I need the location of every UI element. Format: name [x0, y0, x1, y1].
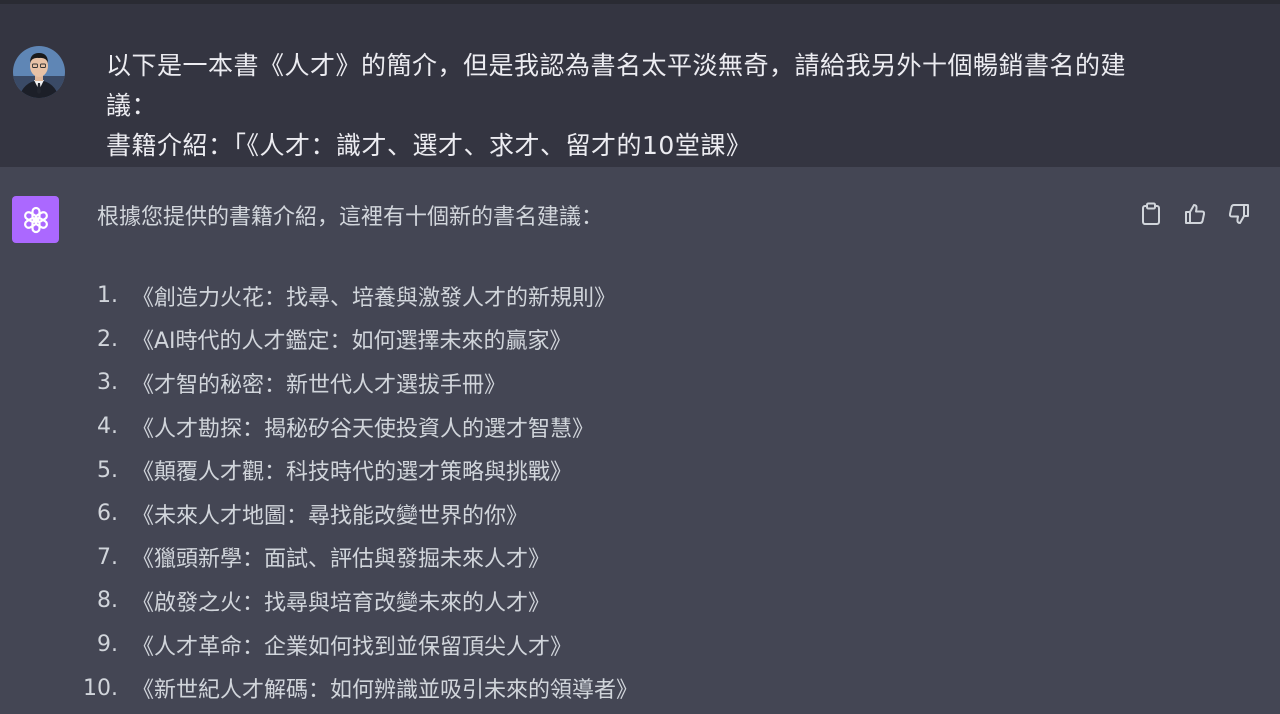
list-item-number: 6. — [97, 501, 118, 527]
list-item-number: 4. — [97, 414, 118, 440]
list-item: 9. 《人才革命：企業如何找到並保留頂尖人才》 — [74, 623, 638, 667]
thumbs-up-icon[interactable] — [1182, 201, 1208, 227]
list-item-title: 《未來人才地圖：尋找能改變世界的你》 — [132, 503, 529, 529]
user-message-line: 以下是一本書《人才》的簡介，但是我認為書名太平淡無奇，請給我另外十個暢銷書名的建 — [106, 51, 1127, 80]
list-item: 5. 《顛覆人才觀：科技時代的選才策略與挑戰》 — [74, 448, 638, 492]
list-item: 6. 《未來人才地圖：尋找能改變世界的你》 — [74, 492, 638, 536]
list-item: 2. 《AI時代的人才鑑定：如何選擇未來的贏家》 — [74, 318, 638, 362]
list-item-title: 《才智的秘密：新世代人才選拔手冊》 — [132, 372, 507, 398]
list-item: 7. 《獵頭新學：面試、評估與發掘未來人才》 — [74, 536, 638, 580]
chat-page: 以下是一本書《人才》的簡介，但是我認為書名太平淡無奇，請給我另外十個暢銷書名的建… — [0, 0, 1280, 714]
user-message-block: 以下是一本書《人才》的簡介，但是我認為書名太平淡無奇，請給我另外十個暢銷書名的建… — [0, 4, 1280, 167]
list-item-number: 7. — [97, 544, 118, 570]
list-item-number: 3. — [97, 370, 118, 396]
list-item-title: 《獵頭新學：面試、評估與發掘未來人才》 — [132, 547, 551, 573]
list-item-title: 《創造力火花：找尋、培養與激發人才的新規則》 — [132, 285, 617, 311]
list-item: 10. 《新世紀人才解碼：如何辨識並吸引未來的領導者》 — [74, 666, 638, 710]
user-message-text: 以下是一本書《人才》的簡介，但是我認為書名太平淡無奇，請給我另外十個暢銷書名的建… — [106, 46, 1206, 166]
openai-logo-icon — [12, 196, 59, 243]
list-item: 4. 《人才勘探：揭秘矽谷天使投資人的選才智慧》 — [74, 405, 638, 449]
list-item-title: 《人才革命：企業如何找到並保留頂尖人才》 — [132, 634, 573, 660]
list-item-number: 9. — [97, 632, 118, 658]
list-item: 3. 《才智的秘密：新世代人才選拔手冊》 — [74, 361, 638, 405]
list-item-title: 《啟發之火：找尋與培育改變未來的人才》 — [132, 590, 551, 616]
list-item-title: 《顛覆人才觀：科技時代的選才策略與挑戰》 — [132, 460, 573, 486]
clipboard-icon[interactable] — [1138, 201, 1164, 227]
list-item: 1. 《創造力火花：找尋、培養與激發人才的新規則》 — [74, 274, 638, 318]
message-actions — [1138, 201, 1252, 227]
list-item: 8. 《啟發之火：找尋與培育改變未來的人才》 — [74, 579, 638, 623]
list-item-title: 《AI時代的人才鑑定：如何選擇未來的贏家》 — [132, 329, 572, 355]
list-item-title: 《人才勘探：揭秘矽谷天使投資人的選才智慧》 — [132, 416, 595, 442]
assistant-intro-text: 根據您提供的書籍介紹，這裡有十個新的書名建議： — [97, 205, 604, 230]
assistant-message-block: 根據您提供的書籍介紹，這裡有十個新的書名建議： 1. 《創造力火花：找尋、培養與… — [0, 167, 1280, 714]
thumbs-down-icon[interactable] — [1226, 201, 1252, 227]
list-item-title: 《新世紀人才解碼：如何辨識並吸引未來的領導者》 — [132, 678, 639, 704]
list-item-number: 8. — [97, 588, 118, 614]
user-avatar — [13, 46, 65, 98]
list-item-number: 10. — [83, 675, 118, 701]
user-message-line: 議： — [106, 91, 158, 120]
list-item-number: 5. — [97, 457, 118, 483]
suggestion-list: 1. 《創造力火花：找尋、培養與激發人才的新規則》 2. 《AI時代的人才鑑定：如何… — [74, 274, 638, 710]
user-message-line: 書籍介紹：「《人才：識才、選才、求才、留才的10堂課》 — [106, 131, 752, 160]
list-item-number: 1. — [97, 283, 118, 309]
list-item-number: 2. — [97, 326, 118, 352]
